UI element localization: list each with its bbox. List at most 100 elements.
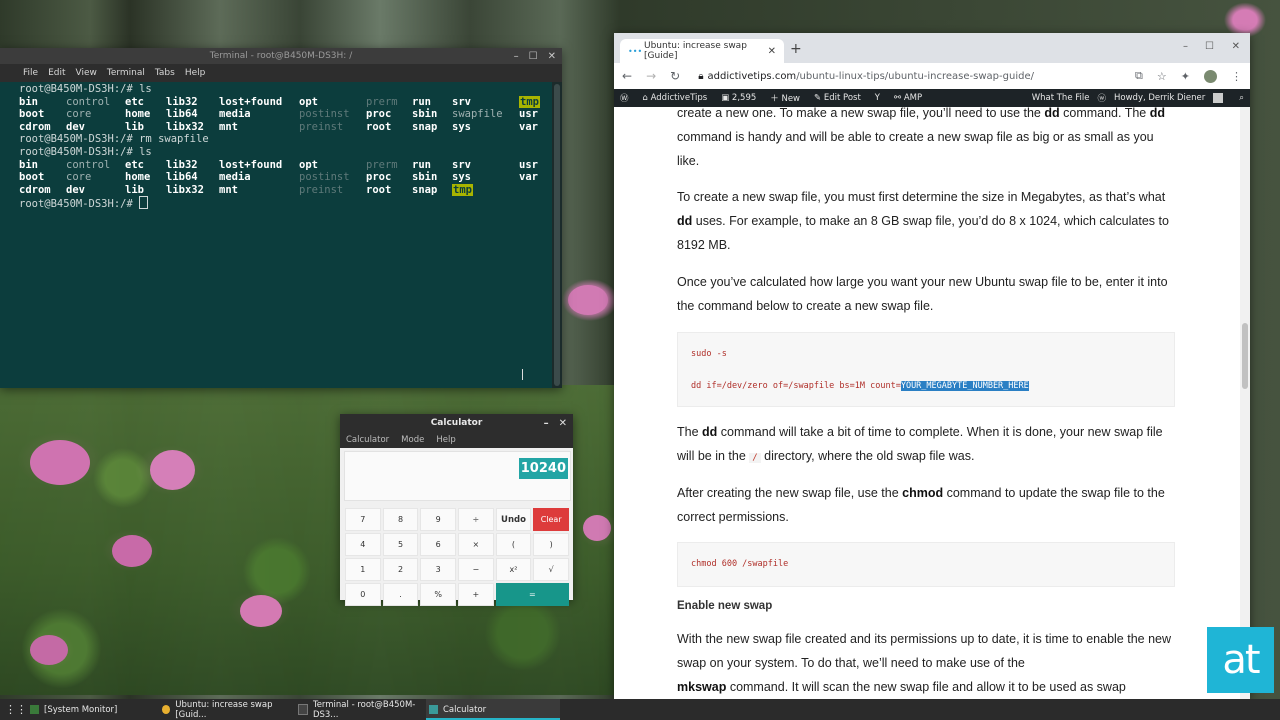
calc-key[interactable]: Undo <box>495 508 532 531</box>
terminal-entry: boot <box>19 171 45 184</box>
calc-key[interactable]: ) <box>533 533 569 556</box>
url-host: addictivetips.com <box>707 70 797 82</box>
minimize-icon[interactable]: – <box>1183 41 1188 52</box>
terminal-menubar: File Edit View Terminal Tabs Help <box>0 64 562 82</box>
close-icon[interactable]: ✕ <box>548 51 556 62</box>
terminal-entry: usr <box>519 158 538 171</box>
terminal-titlebar[interactable]: Terminal - root@B450M-DS3H: / – ☐ ✕ <box>0 48 562 64</box>
new-tab-icon[interactable]: + <box>790 41 802 57</box>
extensions-icon[interactable]: ✦ <box>1181 70 1190 83</box>
calc-key[interactable]: 4 <box>345 533 381 556</box>
calc-key[interactable]: 0 <box>345 583 381 606</box>
article-paragraph: The dd command will take a bit of time t… <box>677 425 1163 463</box>
wp-amp-link[interactable]: ⚯ AMP <box>894 93 922 103</box>
code-line: sudo -s <box>691 349 727 359</box>
menu-terminal[interactable]: Terminal <box>107 68 145 78</box>
calc-key[interactable]: − <box>458 558 494 581</box>
wp-howdy[interactable]: Howdy, Derrik Diener <box>1114 93 1205 103</box>
close-icon[interactable]: ✕ <box>1232 41 1240 52</box>
maximize-icon[interactable]: ☐ <box>1205 41 1214 52</box>
calc-key[interactable]: . <box>382 583 419 606</box>
wp-comments-link[interactable]: ▣ 2,595 <box>721 93 756 103</box>
url-field[interactable]: 🔒︎ addictivetips.com/ubuntu-linux-tips/ub… <box>698 71 1034 82</box>
forward-icon[interactable]: → <box>646 69 656 83</box>
wp-what-the-file[interactable]: What The File <box>1032 93 1090 103</box>
search-icon[interactable]: ⌕ <box>1239 93 1244 103</box>
terminal-window[interactable]: Terminal - root@B450M-DS3H: / – ☐ ✕ File… <box>0 48 562 388</box>
minimize-icon[interactable]: – <box>544 418 549 429</box>
menu-calculator[interactable]: Calculator <box>346 435 389 445</box>
calc-key[interactable]: ÷ <box>458 508 494 531</box>
maximize-icon[interactable]: ☐ <box>529 51 538 62</box>
menu-edit[interactable]: Edit <box>48 68 65 78</box>
calc-key[interactable]: = <box>495 583 569 606</box>
terminal-entry: core <box>66 171 92 184</box>
url-path: /ubuntu-linux-tips/ubuntu-increase-swap-… <box>796 70 1034 82</box>
terminal-title: Terminal - root@B450M-DS3H: / <box>209 51 353 61</box>
chrome-icon <box>162 705 171 714</box>
terminal-entry: mnt <box>219 120 238 133</box>
terminal-entry: etc <box>125 95 144 108</box>
taskbar-item-system-monitor[interactable]: [System Monitor] <box>30 699 158 720</box>
taskbar-item-calculator[interactable]: Calculator <box>426 699 560 720</box>
calc-key[interactable]: x² <box>495 558 532 581</box>
code-block[interactable]: sudo -s dd if=/dev/zero of=/swapfile bs=… <box>677 332 1175 407</box>
calc-key[interactable]: 3 <box>420 558 456 581</box>
terminal-output[interactable]: root@B450M-DS3H:/# ls bin control etc lib32 l… <box>0 82 552 388</box>
calculator-window[interactable]: Calculator – ✕ Calculator Mode Help 1024… <box>340 414 573 606</box>
wp-edit-post-link[interactable]: ✎ Edit Post <box>814 93 861 103</box>
calc-key[interactable]: × <box>458 533 494 556</box>
page-scrollbar[interactable] <box>1240 107 1250 699</box>
calc-key[interactable]: 5 <box>382 533 419 556</box>
calc-key[interactable]: 8 <box>382 508 419 531</box>
open-external-icon[interactable]: ⧉ <box>1135 69 1143 83</box>
calc-key[interactable]: 7 <box>345 508 381 531</box>
browser-window[interactable]: ••• Ubuntu: increase swap [Guide] ✕ + – … <box>614 33 1250 699</box>
taskbar-item-terminal[interactable]: Terminal - root@B450M-DS3... <box>298 699 426 720</box>
app-menu-icon[interactable]: ⋮⋮ <box>5 703 27 716</box>
article-paragraph: To create a new swap file, you must firs… <box>677 190 1169 252</box>
calc-key[interactable]: % <box>420 583 456 606</box>
menu-file[interactable]: File <box>23 68 38 78</box>
yoast-icon[interactable]: Y <box>875 93 880 103</box>
minimize-icon[interactable]: – <box>514 51 519 62</box>
menu-view[interactable]: View <box>76 68 97 78</box>
back-icon[interactable]: ← <box>622 69 632 83</box>
profile-avatar[interactable] <box>1204 69 1217 83</box>
close-icon[interactable]: ✕ <box>559 418 567 429</box>
wordpress-logo-icon[interactable]: Ⓦ <box>620 92 629 104</box>
reload-icon[interactable]: ↻ <box>670 69 680 83</box>
calc-key[interactable]: + <box>458 583 494 606</box>
menu-help[interactable]: Help <box>185 68 206 78</box>
calc-key[interactable]: ( <box>495 533 532 556</box>
taskbar-item-browser[interactable]: Ubuntu: increase swap [Guid... <box>162 699 296 720</box>
browser-menu-icon[interactable]: ⋮ <box>1231 70 1242 83</box>
calc-key[interactable]: 2 <box>382 558 419 581</box>
terminal-entry: control <box>66 158 111 171</box>
calc-key[interactable]: 9 <box>420 508 456 531</box>
browser-tab[interactable]: ••• Ubuntu: increase swap [Guide] ✕ <box>620 39 784 63</box>
terminal-entry: var <box>519 171 538 184</box>
terminal-scrollbar[interactable] <box>552 82 562 388</box>
calc-key[interactable]: √ <box>533 558 569 581</box>
terminal-entry: bin <box>19 95 38 108</box>
code-block[interactable]: chmod 600 /swapfile <box>677 542 1175 587</box>
calc-key[interactable]: 6 <box>420 533 456 556</box>
terminal-entry: lib <box>125 120 144 133</box>
calculator-titlebar[interactable]: Calculator – ✕ <box>340 414 573 432</box>
user-avatar[interactable] <box>1213 93 1224 103</box>
calculator-display[interactable]: 10240 <box>344 451 571 501</box>
terminal-line: root@B450M-DS3H:/# rm swapfile <box>19 133 209 146</box>
calc-key[interactable]: 1 <box>345 558 381 581</box>
terminal-entry: proc <box>366 171 392 184</box>
calc-key[interactable]: Clear <box>533 508 569 531</box>
wp-site-link[interactable]: ⌂ AddictiveTips <box>643 93 708 103</box>
menu-mode[interactable]: Mode <box>401 435 424 445</box>
terminal-entry: dev <box>66 183 85 196</box>
wp-new-link[interactable]: ＋ New <box>770 92 800 104</box>
tab-close-icon[interactable]: ✕ <box>768 46 776 57</box>
menu-help[interactable]: Help <box>436 435 455 445</box>
calculator-keypad: 7 8 9 ÷ Undo Clear 4 5 6 ×() 1 2 3− x² √ 0.% + = <box>345 508 569 606</box>
bookmark-star-icon[interactable]: ☆ <box>1157 70 1167 83</box>
menu-tabs[interactable]: Tabs <box>155 68 175 78</box>
